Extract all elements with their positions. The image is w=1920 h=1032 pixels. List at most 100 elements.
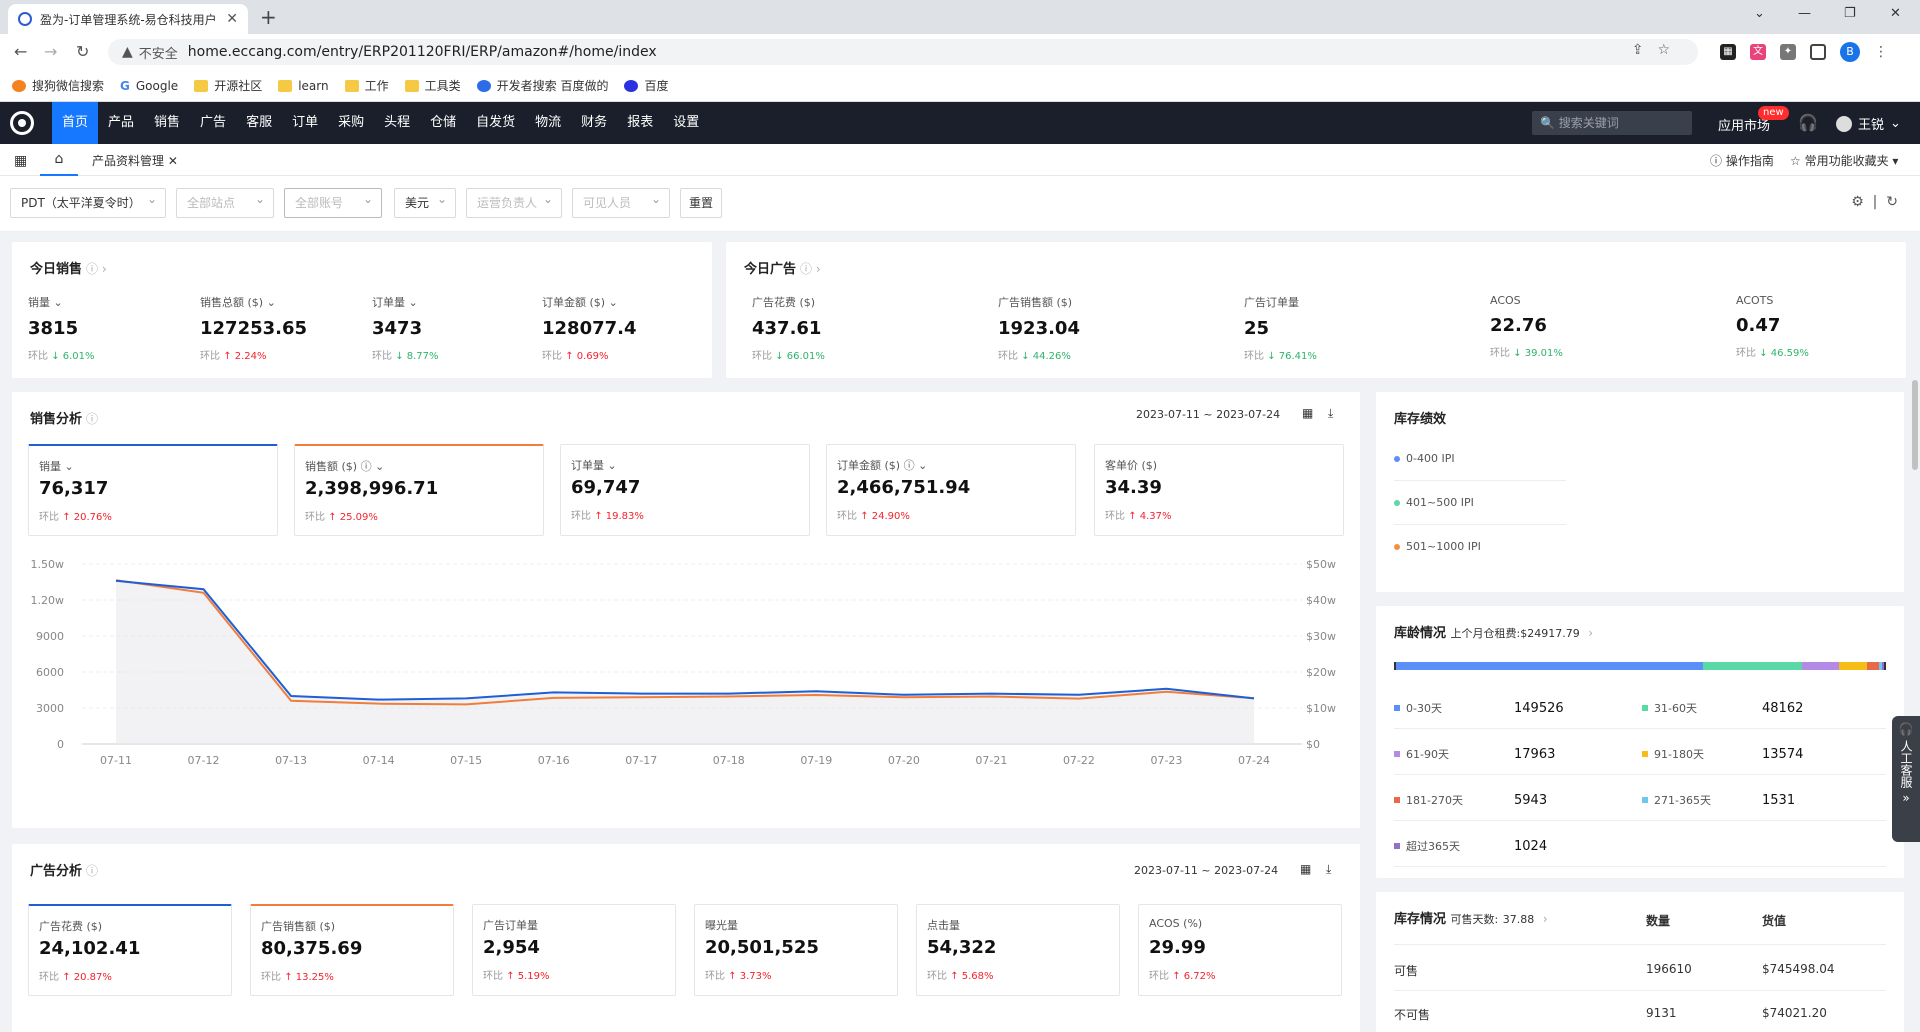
guide-link[interactable]: ⓘ 操作指南 — [1710, 152, 1774, 169]
kpi-ad-spend[interactable]: 广告花费 ($) 24,102.41 环比 ↑ 20.87% — [28, 904, 232, 996]
kpi-sales-amount[interactable]: 销售额 ($) ⓘ ⌄ 2,398,996.71 环比 ↑ 25.09% — [294, 444, 544, 536]
bookmark-item[interactable]: 开发者搜索 百度做的 — [476, 77, 608, 94]
nav-finance[interactable]: 财务 — [571, 102, 617, 144]
age-bar-segment[interactable] — [1801, 662, 1839, 670]
back-icon[interactable]: ← — [14, 42, 27, 61]
reset-button[interactable]: 重置 — [680, 188, 722, 218]
site-select[interactable]: 全部站点 — [176, 185, 274, 218]
nav-home[interactable]: 首页 — [52, 102, 99, 144]
stock-row-qty: 196610 — [1646, 962, 1692, 976]
close-tab-icon[interactable]: ✕ — [226, 11, 238, 27]
restore-icon[interactable]: ❐ — [1844, 6, 1856, 21]
share-and-star-icons[interactable]: ⇪☆ — [1632, 42, 1684, 58]
puzzle-icon[interactable]: ✦ — [1780, 44, 1796, 60]
timezone-select[interactable]: PDT（太平洋夏令时） — [10, 185, 166, 218]
nav-ads[interactable]: 广告 — [190, 102, 236, 144]
tab-product-data[interactable]: 产品资料管理 ✕ — [92, 152, 178, 169]
keyword-search-input[interactable]: 🔍 搜索关键词 — [1532, 111, 1692, 135]
apps-grid-icon[interactable]: ▦ — [14, 153, 27, 169]
currency-select[interactable]: 美元 — [394, 185, 456, 218]
bookmark-item[interactable]: G Google — [120, 79, 178, 93]
age-bar-segment[interactable] — [1881, 662, 1884, 670]
settings-refresh-icons[interactable]: ⚙ | ↻ — [1851, 194, 1898, 210]
profile-avatar[interactable]: B — [1840, 42, 1860, 62]
age-stacked-bar[interactable] — [1394, 662, 1886, 670]
kpi-ad-orders[interactable]: 广告订单量 2,954 环比 ↑ 5.19% — [472, 904, 676, 996]
sales-line-chart[interactable]: 0 $0 3000 $10w 6000 $20w 9000 $30w 1.20w $40w 1.50… — [12, 552, 1360, 822]
nav-orders[interactable]: 订单 — [282, 102, 328, 144]
nav-sales[interactable]: 销售 — [144, 102, 190, 144]
age-bar-segment[interactable] — [1702, 662, 1802, 670]
nav-firstleg[interactable]: 头程 — [374, 102, 420, 144]
nav-service[interactable]: 客服 — [236, 102, 282, 144]
browser-tab-bar: 盈为-订单管理系统-易仓科技用户 ✕ + ⌄ — ❐ ✕ — [0, 0, 1920, 34]
nav-purchase[interactable]: 采购 — [328, 102, 374, 144]
card-title[interactable]: 今日广告 ⓘ › — [744, 258, 821, 277]
kpi-avg-price[interactable]: 客单价 ($) 34.39 环比 ↑ 4.37% — [1094, 444, 1344, 536]
close-window-icon[interactable]: ✕ — [1890, 6, 1901, 21]
card-title: 库存绩效 — [1394, 412, 1447, 427]
user-menu[interactable]: 王锐 ⌄ — [1836, 114, 1901, 133]
home-tab-icon[interactable]: ⌂ — [40, 144, 78, 176]
omnibox[interactable]: ▲ 不安全 home.eccang.com/entry/ERP201120FRI… — [108, 39, 1698, 65]
card-title[interactable]: 库存情况 可售天数: 37.88 › — [1394, 908, 1548, 927]
extensions-area: ▦ 文 ✦ B ⋮ — [1720, 42, 1888, 62]
date-range[interactable]: 2023-07-11 ~ 2023-07-24 — [1134, 864, 1278, 877]
kpi-ad-sales[interactable]: 广告销售额 ($) 80,375.69 环比 ↑ 13.25% — [250, 904, 454, 996]
nav-product[interactable]: 产品 — [98, 102, 144, 144]
app-logo-icon[interactable] — [10, 111, 34, 135]
calendar-icon[interactable]: ▦ — [1300, 862, 1311, 876]
kpi-clicks[interactable]: 点击量 54,322 环比 ↑ 5.68% — [916, 904, 1120, 996]
date-range[interactable]: 2023-07-11 ~ 2023-07-24 — [1136, 408, 1280, 421]
scrollbar-thumb[interactable] — [1912, 380, 1918, 470]
account-select[interactable]: 全部账号 — [284, 185, 382, 218]
nav-settings[interactable]: 设置 — [663, 102, 709, 144]
x-tick-label: 07-18 — [713, 754, 745, 767]
download-icon[interactable]: ⤓ — [1328, 406, 1333, 421]
age-bar-segment[interactable] — [1396, 662, 1703, 670]
nav-logistics[interactable]: 物流 — [525, 102, 571, 144]
customer-service-button[interactable]: 🎧 人工客服» — [1892, 716, 1920, 842]
favorites-menu[interactable]: ☆ 常用功能收藏夹 ▾ — [1790, 152, 1898, 169]
y-right-tick-label: $0 — [1306, 738, 1320, 751]
new-tab-icon[interactable]: + — [260, 5, 277, 29]
ipi-legend-item: 401~500 IPI — [1394, 496, 1474, 509]
kpi-acos[interactable]: ACOS (%) 29.99 环比 ↑ 6.72% — [1138, 904, 1342, 996]
nav-reports[interactable]: 报表 — [617, 102, 663, 144]
menu-dots-icon[interactable]: ⋮ — [1874, 44, 1888, 60]
nav-selfship[interactable]: 自发货 — [466, 102, 525, 144]
minimize-icon[interactable]: — — [1798, 6, 1811, 21]
kpi-order-amount[interactable]: 订单金额 ($) ⓘ ⌄ 2,466,751.94 环比 ↑ 24.90% — [826, 444, 1076, 536]
age-bar-segment[interactable] — [1866, 662, 1879, 670]
headset-icon[interactable]: 🎧 — [1798, 113, 1818, 132]
bookmark-item[interactable]: 搜狗微信搜索 — [12, 77, 104, 94]
url-text[interactable]: home.eccang.com/entry/ERP201120FRI/ERP/a… — [188, 44, 657, 60]
age-bar-segment[interactable] — [1838, 662, 1867, 670]
calendar-icon[interactable]: ▦ — [1302, 406, 1313, 420]
extension-icon[interactable]: 文 — [1750, 44, 1766, 60]
tab-search-icon[interactable]: ⌄ — [1754, 6, 1765, 21]
extension-icon[interactable]: ▦ — [1720, 44, 1736, 60]
age-label: 181-270天 — [1394, 792, 1463, 808]
bookmark-item[interactable]: 工具类 — [404, 77, 461, 94]
bookmark-item[interactable]: 开源社区 — [194, 77, 262, 94]
card-title[interactable]: 库龄情况 上个月仓租费:$24917.79 › — [1394, 622, 1593, 641]
divider — [1394, 728, 1886, 729]
nav-warehouse[interactable]: 仓储 — [420, 102, 466, 144]
visible-user-select[interactable]: 可见人员 — [572, 185, 670, 218]
close-icon[interactable]: ✕ — [168, 154, 178, 168]
card-title[interactable]: 今日销售 ⓘ › — [30, 258, 107, 277]
kpi-impressions[interactable]: 曝光量 20,501,525 环比 ↑ 3.73% — [694, 904, 898, 996]
forward-icon[interactable]: → — [44, 42, 57, 61]
operator-select[interactable]: 运营负责人 — [466, 185, 562, 218]
bookmark-item[interactable]: 百度 — [624, 77, 669, 94]
bookmark-item[interactable]: learn — [278, 79, 329, 93]
browser-tab[interactable]: 盈为-订单管理系统-易仓科技用户 ✕ — [8, 4, 248, 34]
kpi-order-qty[interactable]: 订单量 ⌄ 69,747 环比 ↑ 19.83% — [560, 444, 810, 536]
kpi-sales-qty[interactable]: 销量 ⌄ 76,317 环比 ↑ 20.76% — [28, 444, 278, 536]
download-icon[interactable]: ⤓ — [1326, 862, 1331, 877]
bookmark-item[interactable]: 工作 — [344, 77, 389, 94]
y-right-tick-label: $30w — [1306, 630, 1336, 643]
reload-icon[interactable]: ↻ — [76, 42, 89, 61]
side-panel-icon[interactable] — [1810, 44, 1826, 60]
